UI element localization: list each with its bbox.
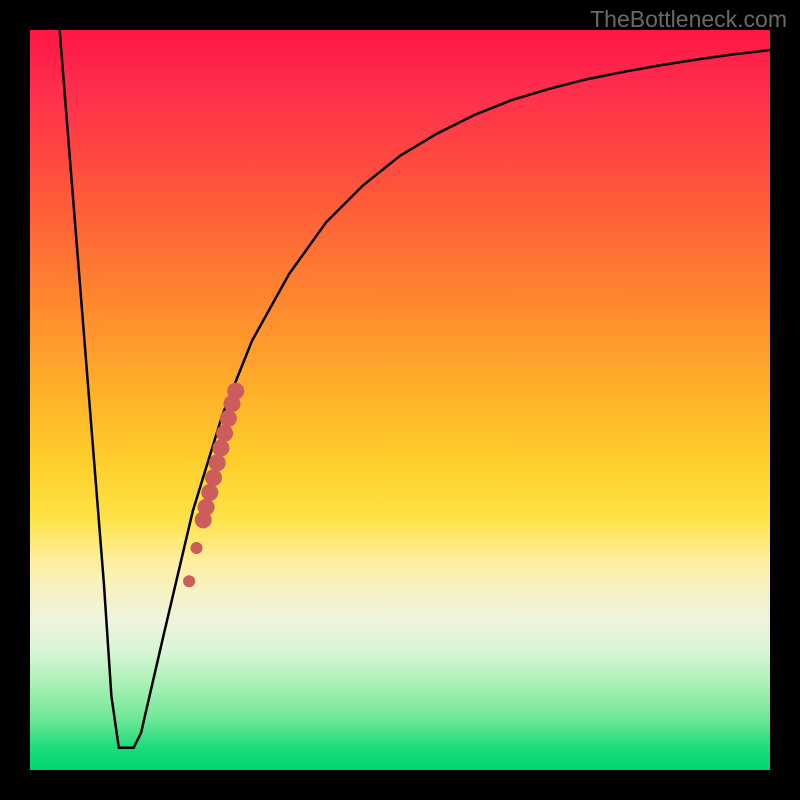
highlight-dot <box>216 425 233 442</box>
highlight-dots <box>183 383 244 588</box>
highlight-dot <box>220 410 237 427</box>
highlight-dot <box>205 469 222 486</box>
chart-plot-area <box>30 30 770 770</box>
highlight-dot <box>198 499 215 516</box>
watermark-text: TheBottleneck.com <box>590 6 787 33</box>
highlight-dot <box>201 484 218 501</box>
bottleneck-curve <box>60 30 770 748</box>
highlight-dot <box>227 383 244 400</box>
chart-svg <box>30 30 770 770</box>
highlight-dot <box>209 454 226 471</box>
highlight-dot <box>183 575 195 587</box>
highlight-dot <box>212 440 229 457</box>
highlight-dot <box>191 542 203 554</box>
